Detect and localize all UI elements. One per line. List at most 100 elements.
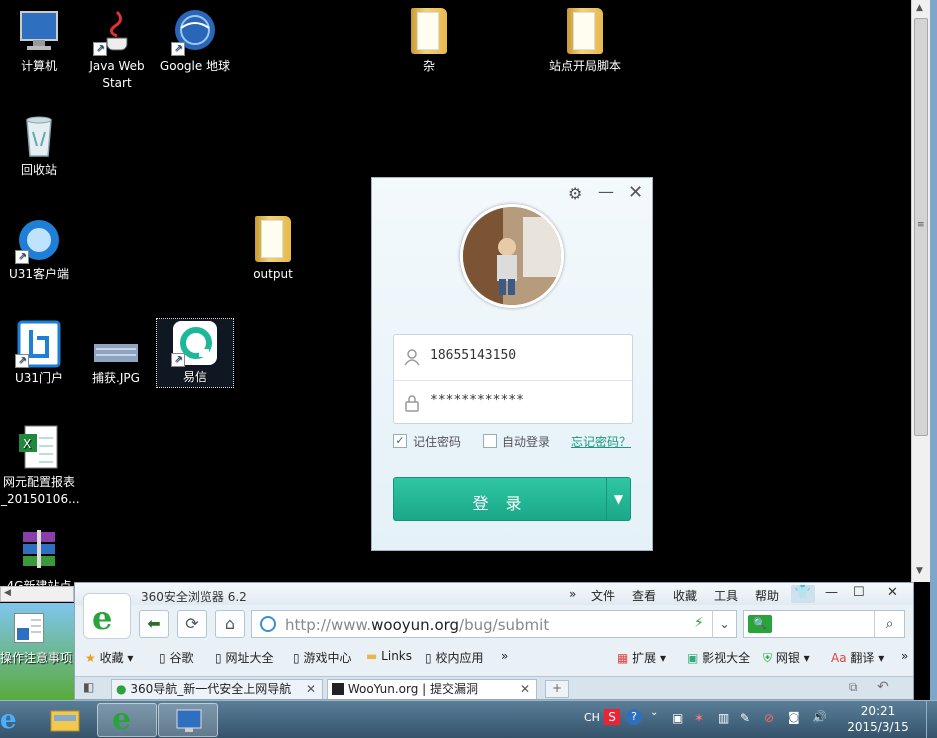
desktop-icon-yixin[interactable]: ↗ 易信 <box>156 318 234 388</box>
address-bar[interactable]: http://www.wooyun.org/bug/submit ⚡ ⌄ <box>251 610 737 638</box>
ie-e-logo-icon: e <box>92 599 113 637</box>
undo-close-icon[interactable]: ↶ <box>877 679 889 695</box>
scroll-up-arrow-icon[interactable]: ▲ <box>916 3 923 13</box>
tray-network-icon[interactable]: ⊘ <box>764 711 774 725</box>
favorites-more-icon[interactable]: » <box>501 649 508 663</box>
home-button[interactable]: ⌂ <box>215 610 245 638</box>
browser-logo[interactable]: e <box>83 593 131 639</box>
browser-taskbar-button[interactable]: e <box>97 702 157 737</box>
tab-bar: ◧ ● 360导航_新一代安全上网导航 ✕ WooYun.org | 提交漏洞 … <box>75 676 913 699</box>
search-icon[interactable]: ⌕ <box>874 611 904 637</box>
tab-list-icon[interactable]: ◧ <box>83 680 94 694</box>
tray-alert-icon[interactable]: ✶ <box>694 711 704 725</box>
show-desktop-button[interactable] <box>926 701 937 738</box>
favorite-url-directory[interactable]: ▯ 网址大全 <box>215 649 273 666</box>
shortcut-arrow-icon: ↗ <box>15 250 29 264</box>
tray-options-icon[interactable]: ⌄ <box>650 707 658 718</box>
globe-icon: ↗ <box>171 8 219 56</box>
favorites-bar: ★ 收藏 ▾ ▯ 谷歌 ▯ 网址大全 ▯ 游戏中心 ▬ Links ▯ 校内应用… <box>83 647 911 665</box>
scroll-down-arrow-icon[interactable]: ▼ <box>916 566 923 576</box>
start-button[interactable]: e <box>0 703 17 737</box>
password-field[interactable]: ************ <box>394 380 632 424</box>
auto-login-checkbox[interactable]: ✓ <box>483 434 497 448</box>
desktop-icon-java[interactable]: ↗ Java Web Start <box>79 8 155 92</box>
tab-wooyun-submit[interactable]: WooYun.org | 提交漏洞 ✕ <box>327 679 537 699</box>
desktop-icon-folder-scripts[interactable]: 站点开局脚本 <box>547 8 623 75</box>
minimize-icon[interactable]: — <box>825 585 838 600</box>
username-field[interactable]: 18655143150 <box>394 335 632 379</box>
desktop-icon-4g-site[interactable]: 4G新建站点 <box>1 528 77 595</box>
favorite-google[interactable]: ▯ 谷歌 <box>159 649 193 666</box>
shortcut-arrow-icon: ↗ <box>171 42 185 56</box>
skin-icon[interactable]: 👕 <box>791 585 815 603</box>
desktop-icon-label: 回收站 <box>20 163 57 177</box>
menu-file[interactable]: 文件 <box>591 587 615 604</box>
settings-icon[interactable]: ⚙ <box>568 184 582 203</box>
search-engine-icon[interactable]: 🔍 <box>748 615 772 633</box>
maximize-icon[interactable]: ☐ <box>853 585 865 600</box>
favorite-game-center[interactable]: ▯ 游戏中心 <box>293 649 351 666</box>
login-button[interactable]: 登 录 ▼ <box>393 477 631 521</box>
tab-360-navigation[interactable]: ● 360导航_新一代安全上网导航 ✕ <box>111 679 323 699</box>
explorer-taskbar-button[interactable] <box>36 703 96 737</box>
ime-indicator[interactable]: CH <box>584 711 600 724</box>
remember-password-checkbox[interactable]: ✓ <box>393 434 407 448</box>
back-button[interactable]: ⬅ <box>139 610 169 638</box>
favorites-button[interactable]: ★ 收藏 ▾ <box>85 649 133 666</box>
menu-tools[interactable]: 工具 <box>714 587 738 604</box>
avatar <box>460 204 564 308</box>
menu-view[interactable]: 查看 <box>632 587 656 604</box>
desktop-icon-label: 易信 <box>182 370 207 384</box>
desktop-icon-folder-output[interactable]: output <box>235 216 311 283</box>
restore-tabs-icon[interactable]: ⧉ <box>849 680 858 695</box>
tray-pen-icon[interactable]: ✎ <box>740 711 750 725</box>
tray-app-icon[interactable]: ▣ <box>672 711 683 725</box>
favorite-campus-apps[interactable]: ▯ 校内应用 <box>425 649 483 666</box>
desktop-icon-label: output <box>253 267 293 281</box>
sogou-input-icon[interactable]: S <box>604 709 620 725</box>
bank-button[interactable]: ⛨ 网银 ▾ <box>763 649 810 666</box>
favorite-links-folder[interactable]: ▬ Links <box>366 649 412 663</box>
address-dropdown-icon[interactable]: ⌄ <box>712 611 736 637</box>
desktop-icon-google-earth[interactable]: ↗ Google 地球 <box>157 8 233 75</box>
desktop-icon-recycle-bin[interactable]: 回收站 <box>1 112 77 179</box>
minimize-icon[interactable]: — <box>598 182 614 201</box>
translate-button[interactable]: Aa 翻译 ▾ <box>831 649 884 666</box>
desktop-icon-u31-client[interactable]: ↗ U31客户端 <box>1 216 77 283</box>
desktop-icon-capture-jpg[interactable]: 捕获.JPG <box>78 320 154 387</box>
login-status-dropdown[interactable]: ▼ <box>606 478 630 520</box>
close-icon[interactable]: ✕ <box>887 585 898 600</box>
volume-icon[interactable]: 🔊 <box>812 710 827 724</box>
forgot-password-link[interactable]: 忘记密码？ <box>571 433 631 450</box>
refresh-button[interactable]: ⟳ <box>177 610 207 638</box>
menu-more-icon[interactable]: » <box>569 587 576 601</box>
desktop-icon-label: 计算机 <box>20 59 57 73</box>
menu-help[interactable]: 帮助 <box>755 587 779 604</box>
remote-desktop-icon <box>176 709 202 732</box>
tray-device-icon[interactable]: ▥ <box>718 711 729 725</box>
navigation-bar: ⬅ ⟳ ⌂ http://www.wooyun.org/bug/submit ⚡… <box>139 610 909 638</box>
close-icon[interactable]: ✕ <box>628 182 643 203</box>
desktop-icon-label: 站点开局脚本 <box>548 59 621 73</box>
new-tab-button[interactable]: + <box>545 680 569 698</box>
menu-favorites[interactable]: 收藏 <box>673 587 697 604</box>
clock[interactable]: 20:21 2015/3/15 <box>838 703 918 735</box>
lightning-icon[interactable]: ⚡ <box>694 615 704 631</box>
tray-security-icon[interactable]: ◙ <box>788 710 800 724</box>
help-icon[interactable]: ? <box>626 709 642 725</box>
extensions-button[interactable]: ▦ 扩展 ▾ <box>617 649 666 666</box>
horizontal-scrollbar[interactable]: ◀ <box>0 586 74 602</box>
search-box[interactable]: 🔍 ⌕ <box>743 610 905 638</box>
vertical-scrollbar[interactable]: ▲ ≡ ▼ <box>911 0 930 582</box>
desktop-icon-u31-portal[interactable]: ↗ U31门户 <box>1 320 77 387</box>
desktop-icon-report-xls[interactable]: X 网元配置报表_20150106... <box>1 424 80 508</box>
scroll-left-arrow-icon[interactable]: ◀ <box>4 588 11 598</box>
tab-close-icon[interactable]: ✕ <box>520 682 530 696</box>
remote-taskbar-button[interactable] <box>158 703 218 737</box>
tab-close-icon[interactable]: ✕ <box>306 682 316 696</box>
video-button[interactable]: ▣ 影视大全 <box>687 649 750 666</box>
desktop-icon-computer[interactable]: 计算机 <box>1 8 77 75</box>
toolbar-more-icon[interactable]: » <box>901 649 908 663</box>
u31-client-icon: ↗ <box>15 216 63 264</box>
desktop-icon-folder-za[interactable]: 杂 <box>391 8 467 75</box>
